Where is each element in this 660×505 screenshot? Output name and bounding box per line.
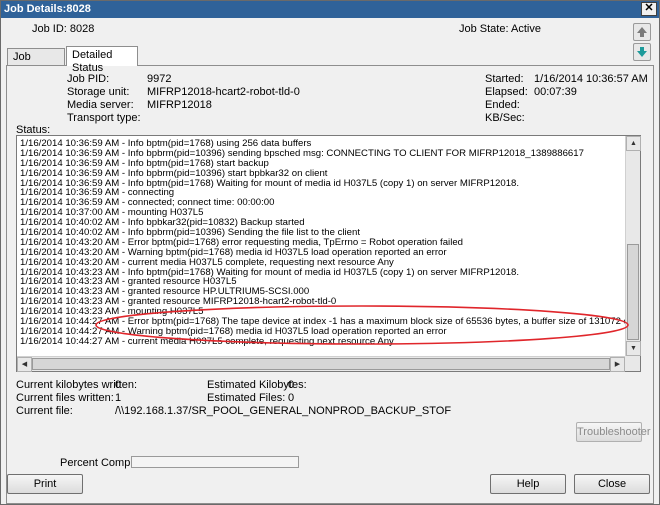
started-label: Started:: [485, 73, 524, 85]
current-file-label: Current file:: [16, 405, 73, 417]
transport-type-label: Transport type:: [67, 112, 141, 124]
kb-sec-label: KB/Sec:: [485, 112, 525, 124]
down-arrow-icon: [637, 47, 647, 57]
tab-job-overview[interactable]: Job Overview: [7, 48, 65, 76]
storage-unit-label: Storage unit:: [67, 86, 130, 98]
horizontal-scroll-thumb[interactable]: [32, 358, 610, 370]
title-bar: Job Details:8028 ✕: [1, 1, 659, 18]
help-button[interactable]: Help: [490, 474, 566, 494]
scroll-left-icon[interactable]: ◀: [17, 357, 32, 372]
elapsed-value: 00:07:39: [534, 86, 577, 98]
started-value: 1/16/2014 10:36:57 AM: [534, 73, 648, 85]
estimated-files-label: Estimated Files:: [207, 392, 286, 404]
media-server-label: Media server:: [67, 99, 134, 111]
tab-detailed-status[interactable]: Detailed Status: [66, 46, 138, 74]
percent-complete-bar: [131, 456, 299, 468]
red-annotation-ellipse: [95, 305, 629, 345]
job-details-window: Job Details:8028 ✕ Job ID: 8028 Job Stat…: [0, 0, 660, 505]
kb-written-value: 0: [115, 379, 122, 391]
next-job-button[interactable]: [633, 43, 651, 61]
job-state: Job State: Active: [459, 23, 541, 35]
job-pid-value: 9972: [147, 73, 172, 85]
estimated-files-value: 0: [288, 392, 295, 404]
scroll-up-icon[interactable]: ▲: [626, 136, 641, 151]
window-title: Job Details:8028: [4, 3, 91, 15]
storage-unit-value: MIFRP12018-hcart2-robot-tld-0: [147, 86, 300, 98]
previous-job-button[interactable]: [633, 23, 651, 41]
up-arrow-icon: [637, 27, 647, 37]
troubleshooter-button[interactable]: Troubleshooter: [576, 422, 651, 442]
media-server-value: MIFRP12018: [147, 99, 212, 111]
current-file-value: /\\192.168.1.37/SR_POOL_GENERAL_NONPROD_…: [115, 405, 452, 417]
print-button[interactable]: Print: [7, 474, 83, 494]
elapsed-label: Elapsed:: [485, 86, 528, 98]
files-written-label: Current files written:: [16, 392, 114, 404]
job-id: Job ID: 8028: [32, 23, 95, 35]
scroll-right-icon[interactable]: ▶: [610, 357, 625, 372]
close-window-button[interactable]: ✕: [641, 2, 657, 16]
ended-label: Ended:: [485, 99, 520, 111]
horizontal-scrollbar[interactable]: ◀ ▶: [17, 356, 625, 372]
scroll-corner: [625, 356, 640, 371]
close-button[interactable]: Close: [574, 474, 650, 494]
estimated-kb-value: 0: [288, 379, 295, 391]
files-written-value: 1: [115, 392, 122, 404]
